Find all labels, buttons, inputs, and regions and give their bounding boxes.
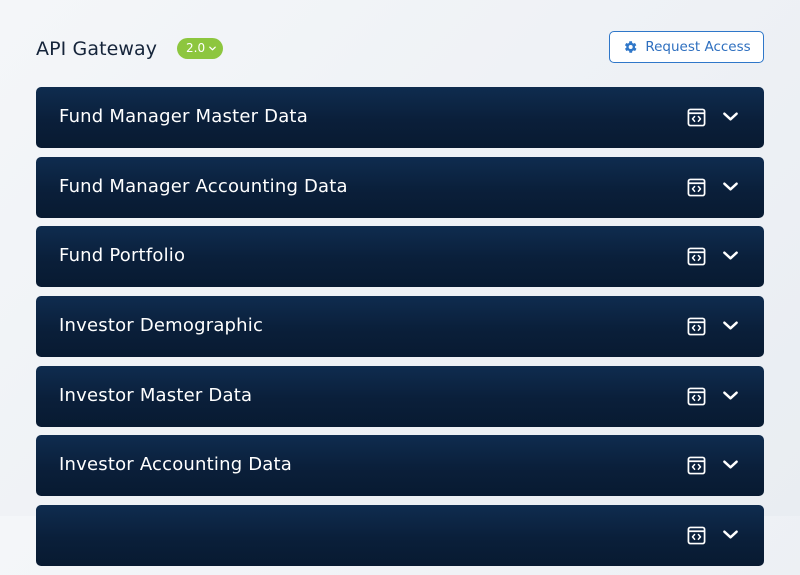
code-window-icon[interactable] [687, 387, 706, 406]
chevron-down-icon[interactable] [722, 180, 739, 193]
chevron-down-icon[interactable] [722, 458, 739, 471]
api-row-label: Investor Demographic [59, 315, 264, 337]
code-window-icon[interactable] [687, 526, 706, 545]
gear-icon [625, 41, 637, 53]
chevron-down-icon [209, 46, 216, 51]
api-accordion-row[interactable]: Fund Manager Accounting Data [36, 156, 764, 218]
api-accordion-row[interactable]: Investor Demographic [36, 296, 764, 358]
chevron-down-icon[interactable] [722, 319, 739, 332]
code-window-icon[interactable] [687, 317, 706, 336]
api-row-label: Investor Accounting Data [59, 454, 293, 476]
request-access-button[interactable]: Request Access [609, 31, 764, 63]
api-accordion-row[interactable]: Fund Manager Master Data [36, 87, 764, 148]
chevron-down-icon[interactable] [722, 389, 739, 402]
api-accordion-row[interactable]: Investor Master Data [36, 365, 764, 427]
request-access-label: Request Access [645, 39, 751, 55]
code-window-icon[interactable] [687, 456, 706, 475]
api-row-label: Fund Manager Accounting Data [59, 175, 348, 197]
api-accordion-row[interactable] [36, 505, 764, 567]
api-list: Fund Manager Master Data Fund Manager Acc… [36, 87, 764, 575]
code-window-icon[interactable] [687, 178, 706, 197]
api-accordion-row[interactable]: Investor Accounting Data [36, 435, 764, 497]
version-selector[interactable]: 2.0 [177, 38, 224, 59]
chevron-down-icon[interactable] [722, 110, 739, 123]
api-row-label: Investor Master Data [59, 384, 253, 406]
page-header: API Gateway 2.0 Request Access [36, 30, 764, 66]
api-row-label: Fund Manager Master Data [59, 106, 308, 127]
code-window-icon[interactable] [687, 247, 706, 266]
api-row-label: Fund Portfolio [59, 245, 186, 267]
api-accordion-row[interactable]: Fund Portfolio [36, 226, 764, 288]
version-label: 2.0 [186, 41, 206, 55]
chevron-down-icon[interactable] [722, 249, 739, 262]
chevron-down-icon[interactable] [722, 528, 739, 541]
page-title: API Gateway [36, 38, 158, 60]
code-window-icon[interactable] [687, 108, 706, 127]
